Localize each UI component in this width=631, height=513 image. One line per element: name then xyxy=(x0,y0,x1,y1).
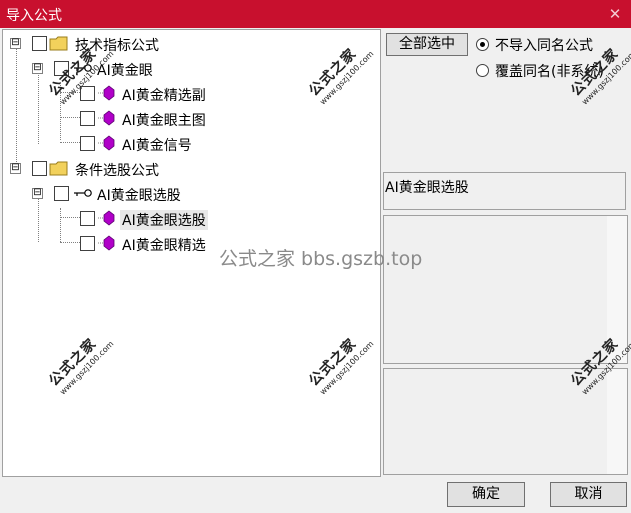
node-checkbox[interactable] xyxy=(80,111,95,126)
skip-duplicates-label: 不导入同名公式 xyxy=(495,38,593,54)
tree-node-ai-golden-eye-screen[interactable]: ⊟ AI黄金眼选股 xyxy=(3,184,373,204)
node-label: AI黄金眼主图 xyxy=(122,113,206,129)
node-label: AI黄金信号 xyxy=(122,138,192,154)
ok-button[interactable]: 确定 xyxy=(447,482,525,507)
overwrite-duplicates-radio[interactable] xyxy=(476,64,489,77)
title-bar: 导入公式 ✕ xyxy=(0,0,631,28)
collapse-icon[interactable]: ⊟ xyxy=(32,188,43,199)
tree-node-screening-formulas[interactable]: ⊟ 条件选股公式 xyxy=(3,159,373,179)
window-title: 导入公式 xyxy=(6,8,62,24)
collapse-icon[interactable]: ⊟ xyxy=(10,38,21,49)
close-icon[interactable]: ✕ xyxy=(603,2,627,26)
node-label: AI黄金眼精选 xyxy=(122,238,206,254)
cancel-button[interactable]: 取消 xyxy=(550,482,627,507)
formula-name-text: AI黄金眼选股 xyxy=(385,180,469,196)
tree-node-technical-formulas[interactable]: ⊟ 技术指标公式 xyxy=(3,34,373,54)
node-checkbox[interactable] xyxy=(80,236,95,251)
formula-name-box: AI黄金眼选股 xyxy=(383,172,626,210)
node-label: 条件选股公式 xyxy=(75,163,159,179)
parameter-scrollbar[interactable] xyxy=(607,369,627,474)
select-all-button[interactable]: 全部选中 xyxy=(386,33,468,56)
key-icon xyxy=(74,189,92,197)
node-checkbox[interactable] xyxy=(32,161,47,176)
node-label: AI黄金眼选股 xyxy=(97,188,181,204)
collapse-icon[interactable]: ⊟ xyxy=(10,163,21,174)
site-watermark: 公式之家 bbs.gszb.top xyxy=(219,248,423,270)
node-checkbox[interactable] xyxy=(32,36,47,51)
node-checkbox[interactable] xyxy=(54,186,69,201)
formula-icon xyxy=(98,135,115,151)
tree-node-formula-selected[interactable]: AI黄金眼选股 xyxy=(3,209,373,230)
skip-duplicates-radio[interactable] xyxy=(476,38,489,51)
formula-icon xyxy=(98,235,115,251)
node-checkbox[interactable] xyxy=(80,211,95,226)
description-pane[interactable] xyxy=(383,215,628,364)
node-label: AI黄金精选副 xyxy=(122,88,206,104)
folder-icon xyxy=(49,36,68,51)
node-label: AI黄金眼选股 xyxy=(120,210,208,230)
folder-icon xyxy=(49,161,68,176)
node-checkbox[interactable] xyxy=(80,136,95,151)
collapse-icon[interactable]: ⊟ xyxy=(32,63,43,74)
tree-node-formula[interactable]: AI黄金眼主图 xyxy=(3,109,373,129)
formula-icon xyxy=(98,85,115,101)
formula-icon xyxy=(98,110,115,126)
tree-node-formula[interactable]: AI黄金信号 xyxy=(3,134,373,154)
formula-icon xyxy=(98,210,115,226)
